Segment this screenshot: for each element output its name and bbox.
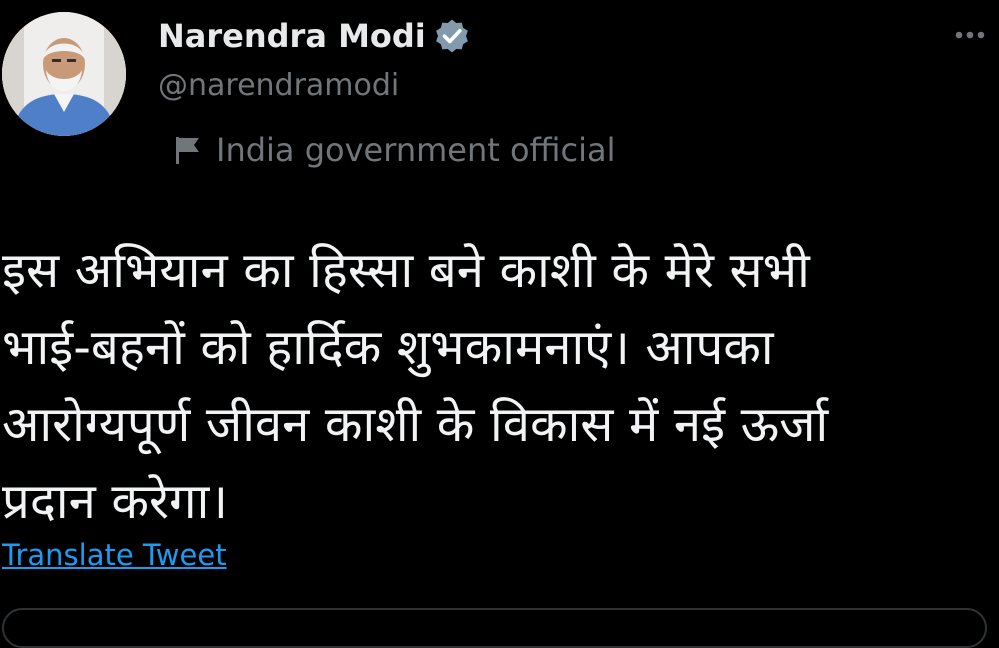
tweet-text-line: प्रदान करेगा। (2, 473, 228, 530)
more-options-icon[interactable] (950, 18, 990, 52)
tweet-text-line: इस अभियान का हिस्सा बने काशी के मेरे सभी (2, 242, 810, 299)
translate-tweet-link[interactable]: Translate Tweet (2, 538, 227, 572)
author-display-name[interactable]: Narendra Modi (158, 17, 426, 55)
affiliation-label-row: India government official (172, 128, 615, 172)
flag-icon (172, 133, 204, 167)
author-handle[interactable]: @narendramodi (158, 68, 399, 103)
tweet-text: इस अभियान का हिस्सा बने काशी के मेरे सभी… (2, 232, 992, 540)
verified-badge-icon (434, 18, 470, 54)
avatar[interactable] (2, 12, 126, 136)
author-name-row: Narendra Modi (158, 14, 470, 58)
tweet-text-line: आरोग्यपूर्ण जीवन काशी के विकास में नई ऊर… (2, 396, 829, 453)
embedded-card[interactable] (2, 608, 987, 648)
tweet-text-line: भाई-बहनों को हार्दिक शुभकामनाएं। आपका (2, 319, 774, 376)
affiliation-text: India government official (216, 131, 616, 169)
avatar-image (2, 12, 126, 136)
